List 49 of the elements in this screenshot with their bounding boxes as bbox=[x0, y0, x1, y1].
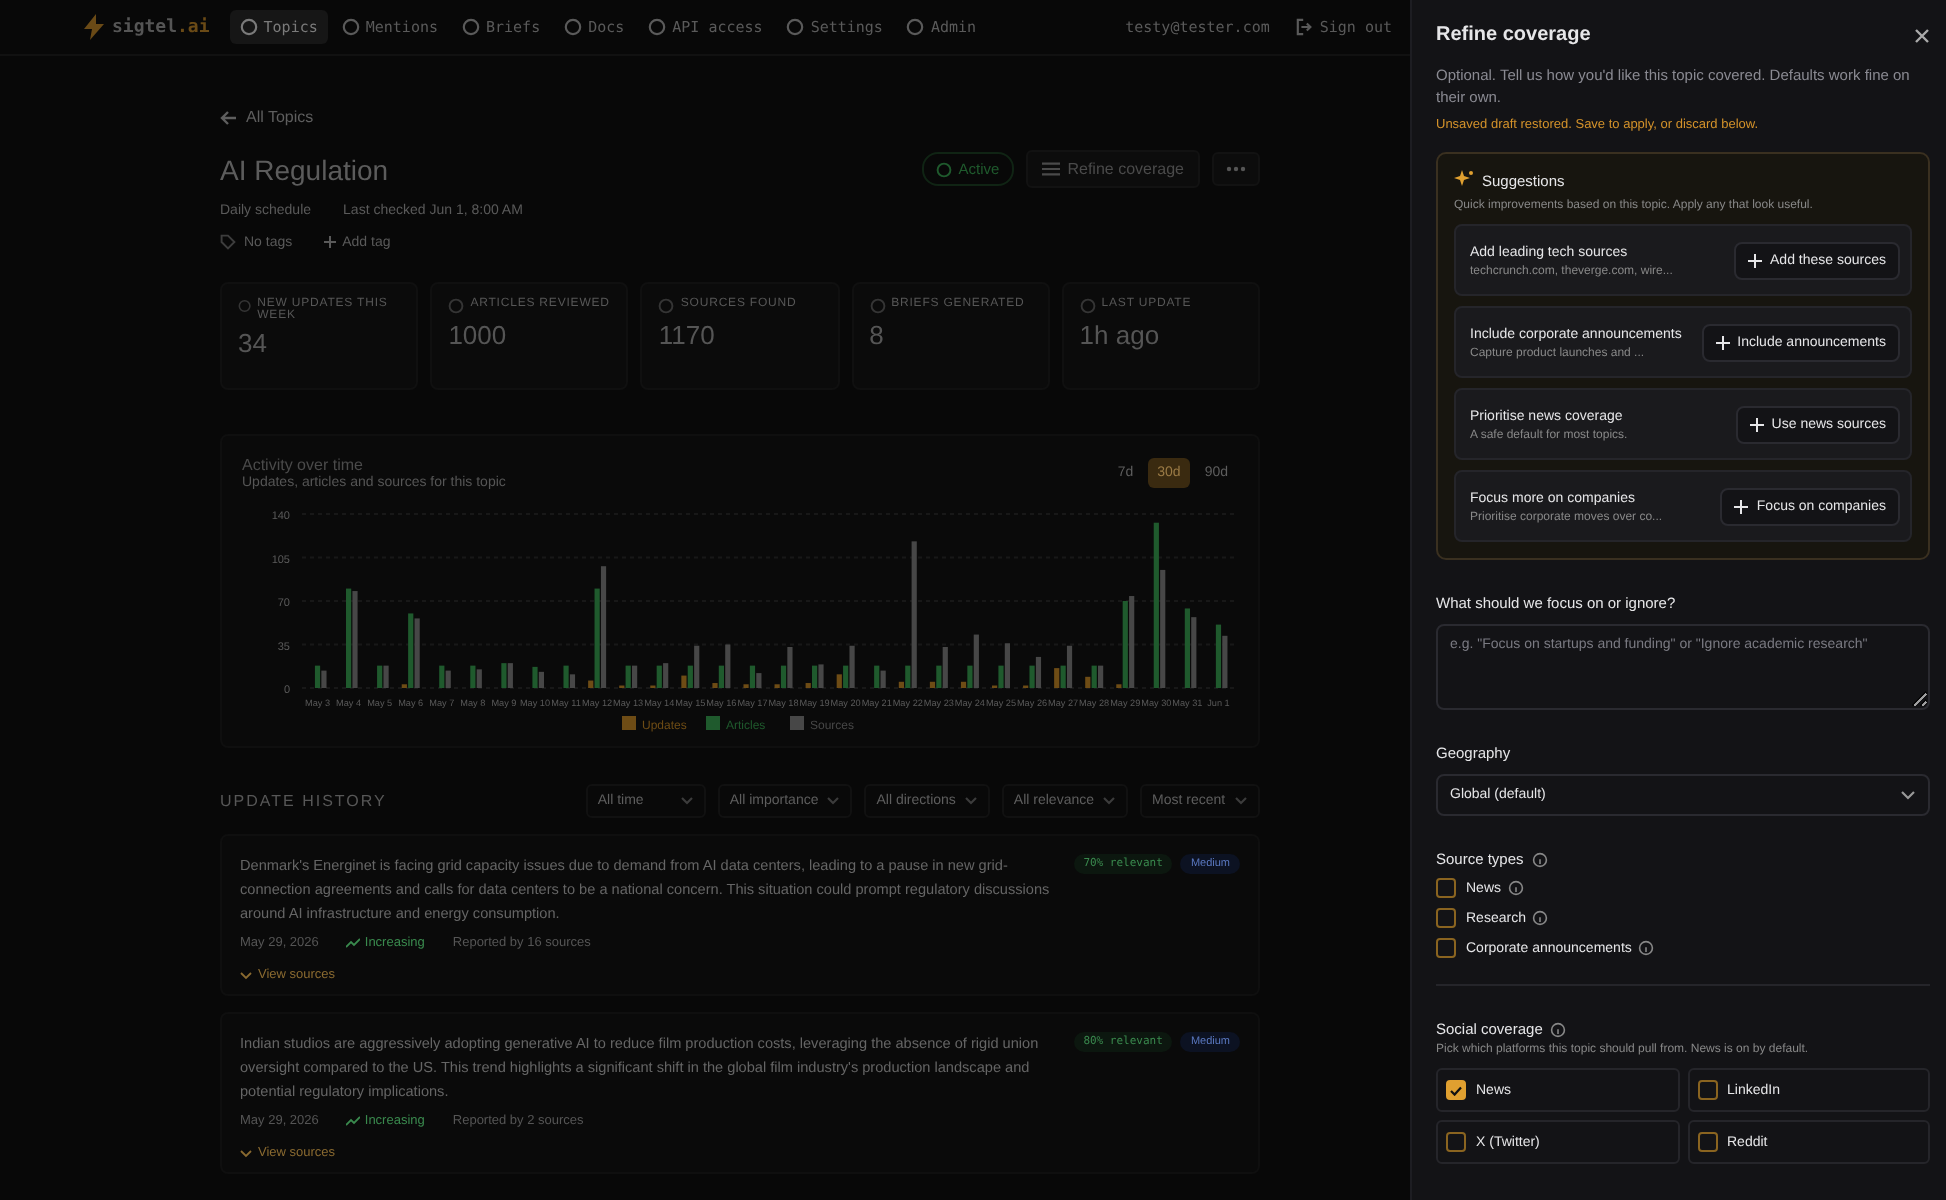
arrow-left-icon bbox=[220, 109, 238, 125]
refine-coverage-button[interactable]: Refine coverage bbox=[1025, 150, 1200, 188]
plus-icon bbox=[1749, 417, 1764, 431]
chevron-down-icon bbox=[240, 971, 252, 979]
stat-value: 1000 bbox=[448, 320, 509, 350]
logo-text: sigtel.ai bbox=[112, 17, 210, 37]
chevron-down-icon bbox=[679, 796, 694, 806]
info-icon bbox=[1507, 880, 1524, 896]
checkbox[interactable] bbox=[1697, 1132, 1717, 1152]
logo[interactable]: sigtel.ai bbox=[84, 14, 210, 40]
stat-value: 1170 bbox=[658, 320, 717, 350]
plus-icon bbox=[1748, 253, 1763, 267]
back-link[interactable]: All Topics bbox=[220, 108, 1260, 126]
chevron-down-icon bbox=[826, 796, 841, 806]
more-button[interactable] bbox=[1212, 152, 1260, 186]
trend-up-icon bbox=[346, 938, 361, 948]
sliders-icon bbox=[1041, 160, 1060, 178]
checkbox[interactable] bbox=[1446, 1132, 1466, 1152]
checkbox[interactable] bbox=[1697, 1080, 1717, 1100]
trend-up-icon bbox=[346, 1116, 361, 1126]
tag-icon bbox=[220, 234, 236, 250]
info-icon bbox=[1550, 1021, 1567, 1037]
stat-value: 8 bbox=[869, 320, 886, 350]
chevron-down-icon bbox=[1102, 796, 1116, 806]
info-icon bbox=[1531, 851, 1548, 867]
sign-out-icon bbox=[1295, 18, 1314, 36]
info-icon bbox=[1531, 910, 1548, 926]
more-icon bbox=[1226, 166, 1246, 172]
plus-icon bbox=[1715, 335, 1730, 349]
section-title: UPDATE HISTORY bbox=[220, 792, 389, 810]
chevron-down-icon bbox=[1234, 796, 1248, 806]
bolt-icon bbox=[84, 14, 104, 40]
checkbox[interactable] bbox=[1436, 938, 1456, 958]
chevron-down-icon bbox=[240, 1149, 252, 1157]
sparkle-icon bbox=[1454, 170, 1474, 190]
close-icon bbox=[1914, 28, 1930, 44]
plus-icon bbox=[1734, 499, 1749, 513]
chevron-down-icon bbox=[1900, 790, 1916, 800]
stat-value: 1h ago bbox=[1079, 320, 1162, 350]
checkbox[interactable] bbox=[1436, 908, 1456, 928]
checkbox[interactable] bbox=[1446, 1080, 1466, 1100]
stat-value: 34 bbox=[238, 328, 269, 358]
topic-title: AI Regulation bbox=[220, 153, 391, 185]
chart-title: Activity over time bbox=[242, 456, 365, 474]
checkbox[interactable] bbox=[1436, 878, 1456, 898]
plus-icon bbox=[324, 236, 337, 248]
chevron-down-icon bbox=[963, 796, 978, 806]
info-icon bbox=[1637, 940, 1654, 956]
panel-title: Refine coverage bbox=[1436, 24, 1591, 46]
